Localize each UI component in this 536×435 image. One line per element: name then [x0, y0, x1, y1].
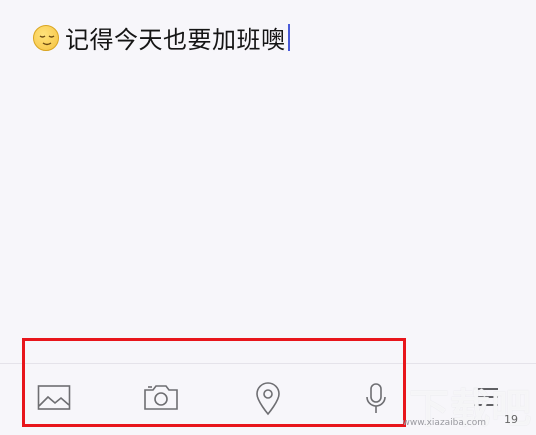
- text-caret: [287, 24, 290, 51]
- toolbar-highlight-box: [22, 338, 406, 427]
- note-editor[interactable]: 记得今天也要加班噢: [33, 20, 290, 55]
- relieved-face-emoji-icon: [33, 24, 59, 51]
- note-text[interactable]: 记得今天也要加班噢: [65, 20, 286, 55]
- character-count: 19: [504, 413, 518, 426]
- watermark-url: www.xiazaiba.com: [402, 418, 486, 428]
